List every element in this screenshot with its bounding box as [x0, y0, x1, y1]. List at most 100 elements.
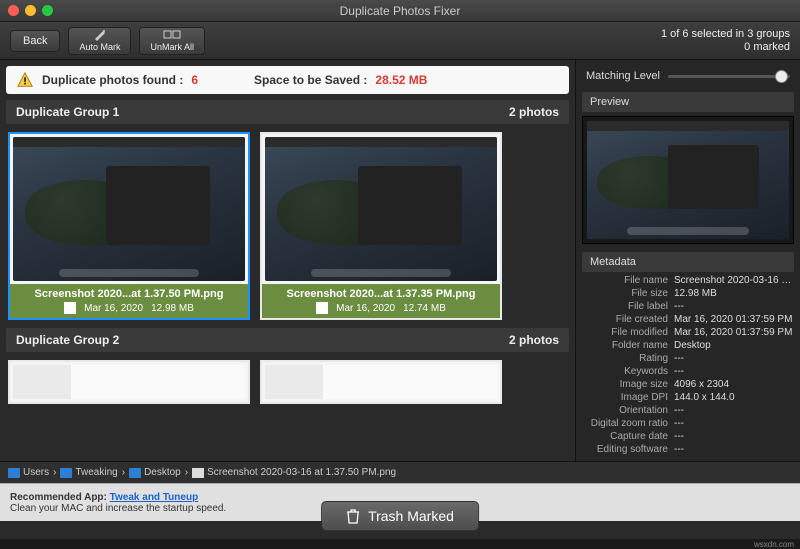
- breadcrumb-segment[interactable]: Screenshot 2020-03-16 at 1.37.50 PM.png: [192, 467, 396, 478]
- trash-marked-button[interactable]: Trash Marked: [321, 501, 479, 531]
- metadata-row: File label---: [582, 300, 794, 313]
- found-label: Duplicate photos found :: [42, 73, 183, 87]
- metadata-key: File name: [582, 275, 674, 286]
- thumbnail-card[interactable]: Screenshot 2020...at 1.37.35 PM.png Mar …: [260, 132, 502, 320]
- metadata-value: Mar 16, 2020 01:37:59 PM: [674, 314, 794, 325]
- group-header[interactable]: Duplicate Group 2 2 photos: [6, 328, 569, 352]
- mark-checkbox[interactable]: [64, 302, 76, 314]
- metadata-value: ---: [674, 366, 794, 377]
- status-selected: 1 of 6 selected in 3 groups: [661, 28, 790, 40]
- group-title: Duplicate Group 1: [16, 105, 119, 119]
- window-title: Duplicate Photos Fixer: [340, 4, 461, 18]
- group-title: Duplicate Group 2: [16, 333, 119, 347]
- metadata-key: File modified: [582, 327, 674, 338]
- metadata-row: File size12.98 MB: [582, 287, 794, 300]
- metadata-value: Desktop: [674, 340, 794, 351]
- metadata-row: Folder nameDesktop: [582, 339, 794, 352]
- metadata-row: Keywords---: [582, 365, 794, 378]
- selection-status: 1 of 6 selected in 3 groups 0 marked: [661, 28, 790, 54]
- matching-slider[interactable]: [668, 75, 790, 78]
- metadata-key: Orientation: [582, 405, 674, 416]
- mark-checkbox[interactable]: [316, 302, 328, 314]
- fullscreen-icon[interactable]: [42, 5, 53, 16]
- breadcrumb-segment[interactable]: Tweaking: [60, 467, 117, 478]
- file-icon: [192, 468, 204, 478]
- group-thumbnails: [6, 358, 569, 406]
- thumbnail-card[interactable]: Screenshot 2020...at 1.37.50 PM.png Mar …: [8, 132, 250, 320]
- results-panel: Duplicate photos found : 6 Space to be S…: [0, 60, 575, 461]
- group-count: 2 photos: [509, 105, 559, 119]
- close-icon[interactable]: [8, 5, 19, 16]
- recommended-sub: Clean your MAC and increase the startup …: [10, 503, 226, 514]
- unmark-all-button[interactable]: UnMark All: [139, 27, 205, 55]
- metadata-value: Mar 16, 2020 01:37:59 PM: [674, 327, 794, 338]
- unmark-icon: [163, 29, 181, 41]
- title-bar: Duplicate Photos Fixer: [0, 0, 800, 22]
- summary-notice: Duplicate photos found : 6 Space to be S…: [6, 66, 569, 94]
- sidebar: Matching Level Preview Metadata File nam…: [575, 60, 800, 461]
- thumbnail-image: [262, 134, 500, 284]
- thumb-size: 12.98 MB: [151, 303, 194, 314]
- metadata-row: Editing software---: [582, 443, 794, 456]
- metadata-value: ---: [674, 431, 794, 442]
- back-button[interactable]: Back: [10, 30, 60, 52]
- metadata-row: File createdMar 16, 2020 01:37:59 PM: [582, 313, 794, 326]
- breadcrumb: Users› Tweaking› Desktop› Screenshot 202…: [0, 461, 800, 483]
- metadata-value: ---: [674, 418, 794, 429]
- metadata-key: Keywords: [582, 366, 674, 377]
- minimize-icon[interactable]: [25, 5, 36, 16]
- metadata-row: File nameScreenshot 2020-03-16 at 1...: [582, 274, 794, 287]
- metadata-key: Image DPI: [582, 392, 674, 403]
- metadata-value: 4096 x 2304: [674, 379, 794, 390]
- found-count: 6: [191, 73, 198, 87]
- watermark: wsxdn.com: [0, 539, 800, 549]
- folder-icon: [129, 468, 141, 478]
- metadata-value: ---: [674, 405, 794, 416]
- metadata-row: Digital zoom ratio---: [582, 417, 794, 430]
- thumb-filename: Screenshot 2020...at 1.37.35 PM.png: [266, 288, 496, 300]
- metadata-key: File created: [582, 314, 674, 325]
- window-controls: [8, 5, 53, 16]
- toolbar: Back Auto Mark UnMark All 1 of 6 selecte…: [0, 22, 800, 60]
- metadata-row: Image size4096 x 2304: [582, 378, 794, 391]
- metadata-key: Digital zoom ratio: [582, 418, 674, 429]
- space-value: 28.52 MB: [375, 73, 427, 87]
- breadcrumb-segment[interactable]: Desktop: [129, 467, 181, 478]
- metadata-row: Exposure---: [582, 456, 794, 457]
- thumbnail-meta: Screenshot 2020...at 1.37.50 PM.png Mar …: [10, 284, 248, 318]
- thumb-date: Mar 16, 2020: [84, 303, 143, 314]
- thumbnail-meta: Screenshot 2020...at 1.37.35 PM.png Mar …: [262, 284, 500, 318]
- metadata-row: Capture date---: [582, 430, 794, 443]
- thumbnail-card[interactable]: [260, 360, 502, 404]
- group-header[interactable]: Duplicate Group 1 2 photos: [6, 100, 569, 124]
- warning-icon: [16, 71, 34, 89]
- unmark-all-label: UnMark All: [150, 42, 194, 52]
- metadata-row: Rating---: [582, 352, 794, 365]
- folder-icon: [60, 468, 72, 478]
- metadata-key: Folder name: [582, 340, 674, 351]
- metadata-key: File label: [582, 301, 674, 312]
- metadata-value: ---: [674, 444, 794, 455]
- thumb-size: 12.74 MB: [403, 303, 446, 314]
- metadata-row: File modifiedMar 16, 2020 01:37:59 PM: [582, 326, 794, 339]
- group-thumbnails: Screenshot 2020...at 1.37.50 PM.png Mar …: [6, 130, 569, 322]
- thumb-filename: Screenshot 2020...at 1.37.50 PM.png: [14, 288, 244, 300]
- breadcrumb-segment[interactable]: Users: [8, 467, 49, 478]
- metadata-row: Image DPI144.0 x 144.0: [582, 391, 794, 404]
- matching-level-control: Matching Level: [576, 64, 800, 88]
- metadata-row: Orientation---: [582, 404, 794, 417]
- status-marked: 0 marked: [661, 41, 790, 54]
- recommended-link[interactable]: Tweak and Tuneup: [110, 492, 199, 503]
- metadata-key: Editing software: [582, 444, 674, 455]
- group-count: 2 photos: [509, 333, 559, 347]
- thumbnail-image: [10, 362, 248, 402]
- back-label: Back: [23, 35, 47, 47]
- magic-wand-icon: [93, 29, 107, 41]
- space-label: Space to be Saved :: [254, 73, 367, 87]
- metadata-value: ---: [674, 301, 794, 312]
- auto-mark-button[interactable]: Auto Mark: [68, 27, 131, 55]
- thumbnail-card[interactable]: [8, 360, 250, 404]
- slider-thumb[interactable]: [775, 70, 788, 83]
- matching-label: Matching Level: [586, 70, 660, 82]
- metadata-value: 144.0 x 144.0: [674, 392, 794, 403]
